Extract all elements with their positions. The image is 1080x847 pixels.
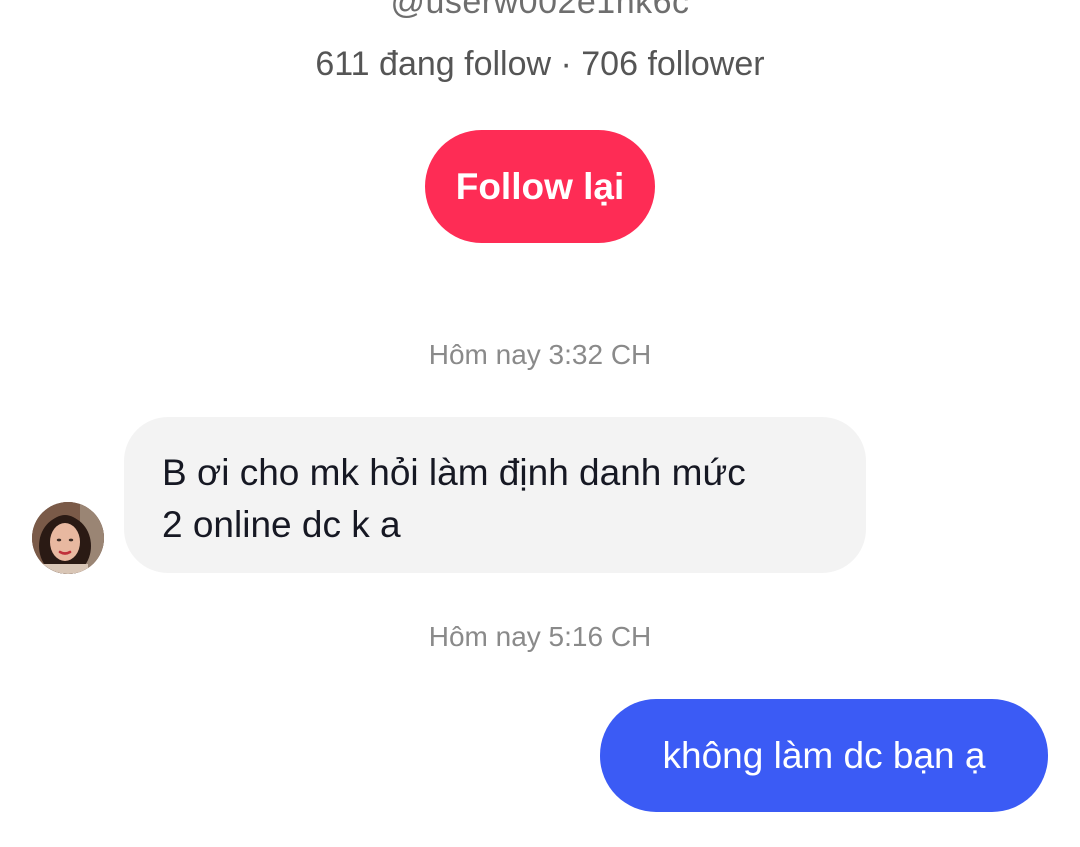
message-timestamp: Hôm nay 5:16 CH [428,621,652,652]
incoming-message-bubble[interactable]: B ơi cho mk hỏi làm định danh mức 2 onli… [124,417,866,573]
sender-avatar[interactable] [32,502,104,574]
follow-back-button[interactable]: Follow lại [425,130,655,243]
message-text: không làm dc bạn ạ [662,734,986,776]
profile-username: @userw002e1nk6c [390,0,690,21]
avatar-photo [32,502,104,574]
profile-follow-stats: 611 đang follow · 706 follower [315,45,765,83]
outgoing-message-bubble[interactable]: không làm dc bạn ạ [600,699,1048,812]
message-text-line: B ơi cho mk hỏi làm định danh mức [162,452,746,493]
message-text-line: 2 online dc k a [162,504,401,545]
message-timestamp: Hôm nay 3:32 CH [428,339,652,370]
